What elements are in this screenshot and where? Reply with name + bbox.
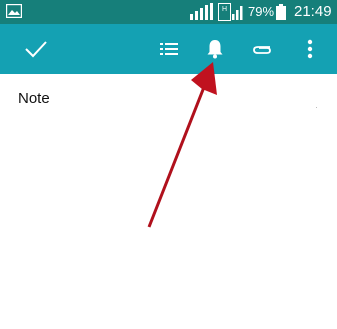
more-options-button[interactable]	[298, 24, 322, 74]
status-bar: H 79% 21:49	[0, 0, 337, 24]
battery-icon	[276, 4, 286, 20]
attach-button[interactable]	[246, 24, 278, 74]
reminder-button[interactable]	[200, 24, 230, 74]
note-title[interactable]: Note	[18, 90, 50, 107]
signal-h-label: H	[222, 6, 227, 13]
note-body[interactable]	[316, 107, 317, 108]
bell-icon	[207, 40, 223, 59]
checkmark-icon	[25, 41, 47, 58]
checklist-button[interactable]	[154, 24, 184, 74]
battery-percent: 79%	[248, 4, 275, 19]
clock: 21:49	[294, 3, 332, 20]
signal-h-icon: H	[218, 3, 243, 21]
paperclip-icon	[253, 46, 271, 54]
signal-icon	[190, 3, 213, 20]
toolbar	[0, 24, 337, 74]
more-vert-icon	[307, 39, 313, 59]
done-button[interactable]	[20, 24, 52, 74]
list-icon	[160, 43, 178, 55]
gallery-icon	[6, 4, 22, 18]
